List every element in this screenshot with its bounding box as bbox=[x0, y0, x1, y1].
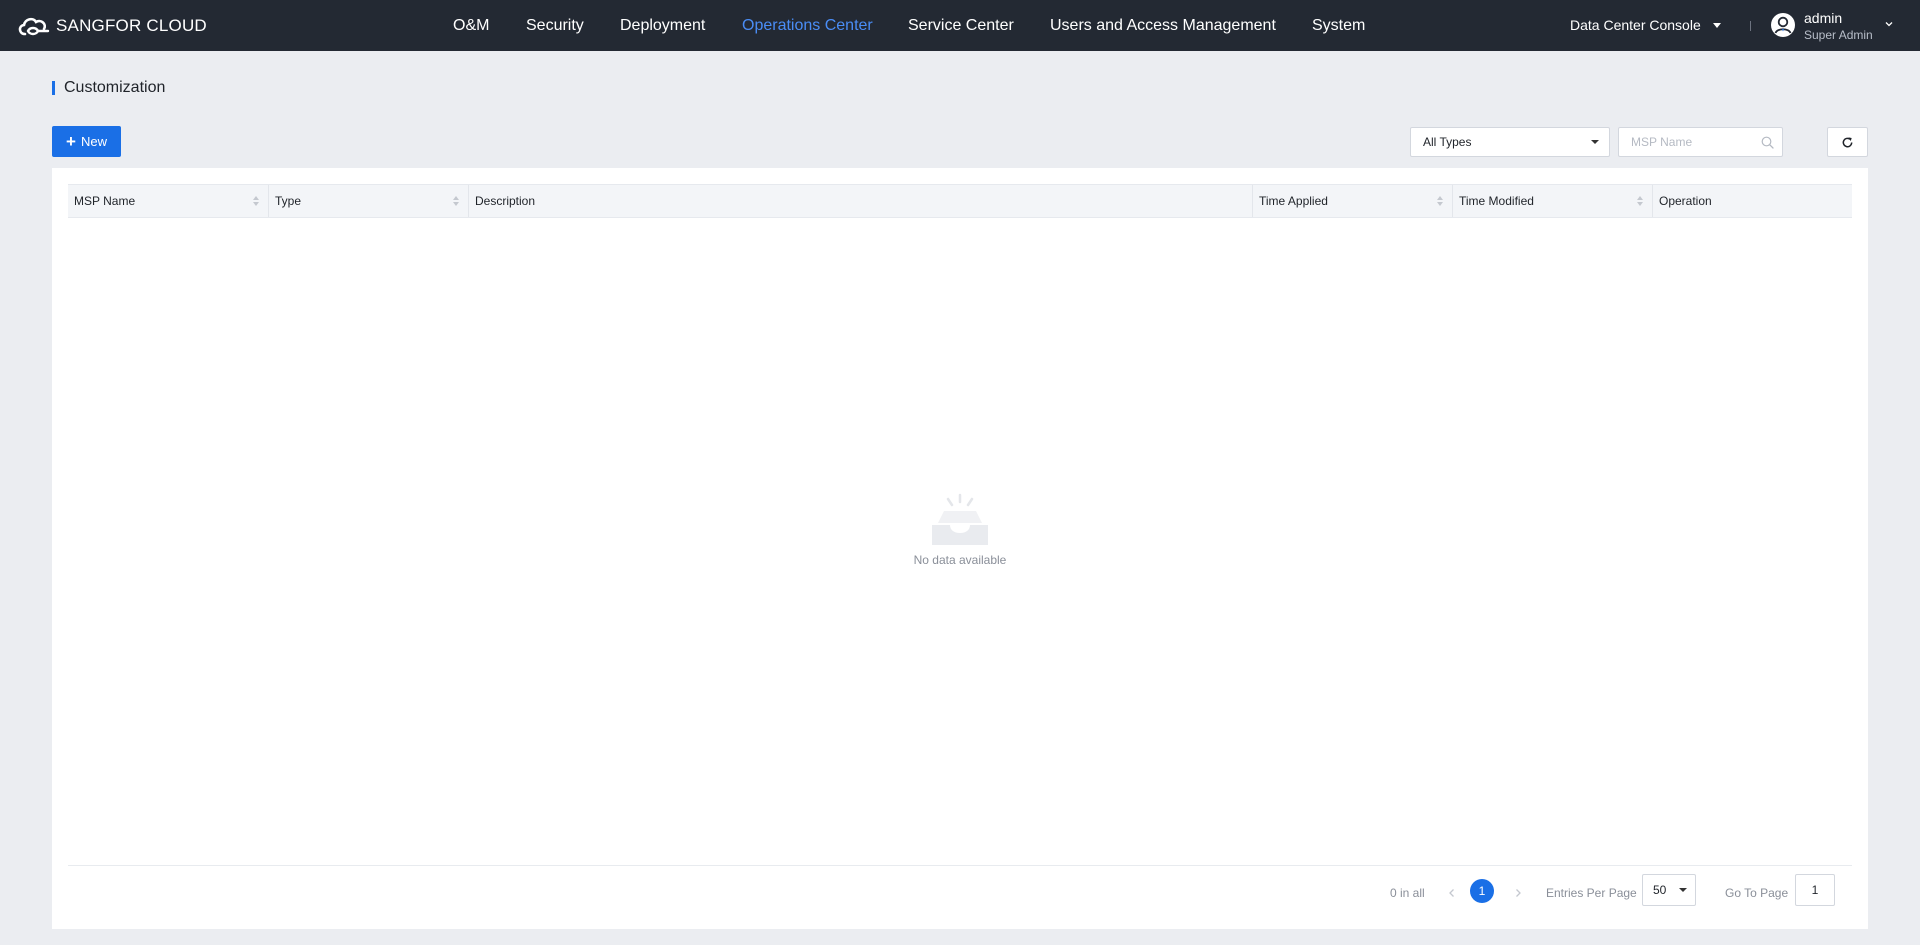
console-switcher[interactable]: Data Center Console bbox=[1570, 0, 1701, 51]
go-to-page-label: Go To Page bbox=[1725, 886, 1789, 900]
avatar[interactable] bbox=[1771, 13, 1795, 37]
brand-logo[interactable]: SANGFOR CLOUD bbox=[16, 13, 207, 39]
empty-inbox-icon bbox=[932, 493, 988, 545]
column-description: Description bbox=[469, 185, 1253, 217]
nav-item-security[interactable]: Security bbox=[526, 0, 584, 51]
user-role: Super Admin bbox=[1804, 28, 1873, 42]
nav-item-system[interactable]: System bbox=[1312, 0, 1365, 51]
page-title: Customization bbox=[64, 79, 166, 96]
sort-icon bbox=[1437, 196, 1443, 206]
go-to-page-field bbox=[1795, 874, 1835, 906]
nav-item-service-center[interactable]: Service Center bbox=[908, 0, 1014, 51]
empty-state-text: No data available bbox=[913, 553, 1007, 567]
column-label: Time Applied bbox=[1259, 194, 1328, 208]
nav-item-om[interactable]: O&M bbox=[453, 0, 489, 51]
column-type[interactable]: Type bbox=[269, 185, 469, 217]
user-name[interactable]: admin bbox=[1804, 10, 1842, 26]
chevron-right-icon[interactable] bbox=[1512, 887, 1524, 899]
entries-per-page-label: Entries Per Page bbox=[1546, 886, 1637, 900]
sort-icon bbox=[1637, 196, 1643, 206]
nav-item-users-access-management[interactable]: Users and Access Management bbox=[1050, 0, 1276, 51]
column-label: Description bbox=[475, 194, 536, 208]
go-to-page-input[interactable] bbox=[1796, 875, 1834, 905]
content-panel: MSP Name Type Description Time Applied T… bbox=[52, 168, 1868, 929]
entries-per-page-value: 50 bbox=[1653, 883, 1667, 897]
entries-per-page-select[interactable]: 50 bbox=[1642, 874, 1696, 906]
refresh-button[interactable] bbox=[1827, 127, 1868, 157]
msp-name-search bbox=[1618, 127, 1783, 157]
refresh-icon bbox=[1842, 136, 1853, 147]
new-button-label: New bbox=[80, 134, 107, 149]
brand-name: SANGFOR CLOUD bbox=[56, 16, 207, 35]
chevron-down-icon[interactable] bbox=[1885, 20, 1893, 28]
column-label: MSP Name bbox=[74, 194, 136, 208]
chevron-left-icon[interactable] bbox=[1446, 887, 1458, 899]
column-label: Operation bbox=[1659, 194, 1712, 208]
caret-down-icon bbox=[1679, 888, 1687, 892]
pagination-divider bbox=[68, 865, 1852, 866]
column-label: Time Modified bbox=[1459, 194, 1534, 208]
empty-state: No data available bbox=[52, 493, 1868, 567]
total-count: 0 in all bbox=[1390, 886, 1425, 900]
column-time-applied[interactable]: Time Applied bbox=[1253, 185, 1453, 217]
caret-down-icon bbox=[1591, 140, 1599, 144]
nav-item-operations-center[interactable]: Operations Center bbox=[742, 0, 873, 51]
sort-icon bbox=[253, 196, 259, 206]
nav-item-deployment[interactable]: Deployment bbox=[620, 0, 705, 51]
page-number-current[interactable]: 1 bbox=[1470, 879, 1494, 903]
header-divider bbox=[1750, 21, 1751, 31]
sort-icon bbox=[453, 196, 459, 206]
column-msp-name[interactable]: MSP Name bbox=[68, 185, 269, 217]
type-filter-select[interactable]: All Types bbox=[1410, 127, 1610, 157]
table-header: MSP Name Type Description Time Applied T… bbox=[68, 184, 1852, 218]
column-label: Type bbox=[275, 194, 302, 208]
column-time-modified[interactable]: Time Modified bbox=[1453, 185, 1653, 217]
new-button[interactable]: + New bbox=[52, 126, 121, 157]
caret-down-icon[interactable] bbox=[1713, 23, 1721, 28]
user-avatar-icon bbox=[1772, 14, 1794, 36]
top-navigation-bar: SANGFOR CLOUD O&M Security Deployment Op… bbox=[0, 0, 1920, 51]
cloud-logo-icon bbox=[18, 17, 50, 36]
column-operation: Operation bbox=[1653, 185, 1852, 217]
search-input[interactable] bbox=[1631, 128, 1761, 156]
type-filter-value: All Types bbox=[1423, 135, 1472, 149]
title-accent-bar bbox=[52, 81, 55, 95]
search-icon[interactable] bbox=[1761, 136, 1774, 149]
plus-icon: + bbox=[66, 132, 76, 151]
